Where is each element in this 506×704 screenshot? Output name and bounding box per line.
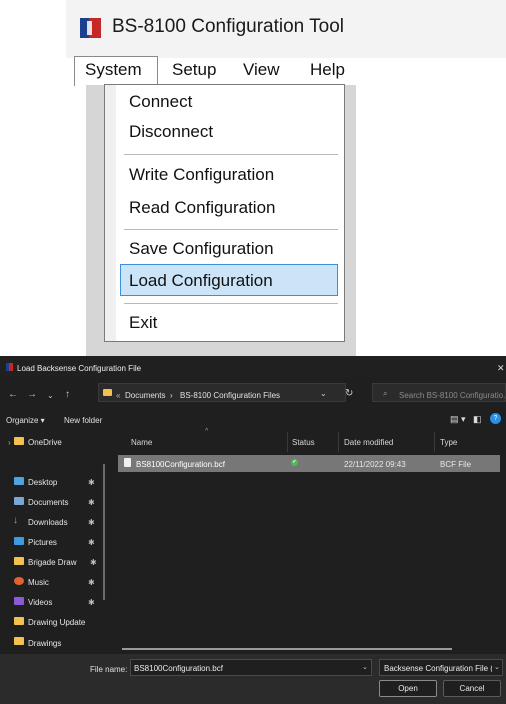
- file-name-label: File name:: [90, 665, 128, 674]
- column-divider[interactable]: [338, 432, 339, 452]
- menu-icon-gutter: [105, 85, 116, 341]
- nav-desktop[interactable]: Desktop: [28, 478, 57, 487]
- horizontal-scrollbar[interactable]: [122, 648, 452, 650]
- column-divider[interactable]: [434, 432, 435, 452]
- preview-pane-icon[interactable]: ◧: [473, 414, 482, 425]
- dialog-app-icon: [6, 363, 13, 371]
- menu-setup[interactable]: Setup: [172, 60, 216, 80]
- folder-icon: [14, 617, 24, 625]
- file-name[interactable]: BS8100Configuration.bcf: [136, 460, 225, 469]
- music-icon: [14, 577, 24, 585]
- recent-locations-chevron-icon[interactable]: ⌄: [47, 391, 54, 400]
- menu-separator: [124, 303, 338, 304]
- app-logo-icon: [80, 18, 101, 38]
- menu-item-read-configuration[interactable]: Read Configuration: [129, 198, 275, 218]
- back-arrow-icon[interactable]: ←: [8, 389, 18, 400]
- menu-item-write-configuration[interactable]: Write Configuration: [129, 165, 274, 185]
- documents-icon: [14, 497, 24, 505]
- file-date-modified: 22/11/2022 09:43: [344, 460, 406, 469]
- menu-view[interactable]: View: [243, 60, 280, 80]
- breadcrumb-separator: ›: [170, 391, 173, 400]
- nav-videos[interactable]: Videos: [28, 598, 52, 607]
- nav-downloads[interactable]: Downloads: [28, 518, 68, 527]
- new-folder-button[interactable]: New folder: [64, 416, 102, 425]
- pin-icon: ✱: [88, 518, 95, 527]
- column-date-modified[interactable]: Date modified: [344, 438, 393, 447]
- dialog-title: Load Backsense Configuration File: [17, 364, 142, 373]
- menu-help[interactable]: Help: [310, 60, 345, 80]
- menu-item-disconnect[interactable]: Disconnect: [129, 122, 213, 142]
- folder-icon: [14, 637, 24, 645]
- menu-separator: [124, 229, 338, 230]
- pin-icon: ✱: [88, 538, 95, 547]
- up-arrow-icon[interactable]: ↑: [65, 389, 70, 400]
- nav-drawing-update[interactable]: Drawing Update: [28, 618, 85, 627]
- nav-documents[interactable]: Documents: [28, 498, 68, 507]
- pin-icon: ✱: [88, 498, 95, 507]
- column-name[interactable]: Name: [131, 438, 152, 447]
- nav-onedrive[interactable]: OneDrive: [28, 438, 62, 447]
- breadcrumb-current-folder[interactable]: BS-8100 Configuration Files: [180, 391, 280, 400]
- help-icon[interactable]: ?: [490, 413, 501, 424]
- file-icon: [124, 458, 131, 467]
- menu-item-save-configuration[interactable]: Save Configuration: [129, 239, 274, 259]
- menu-item-load-configuration[interactable]: Load Configuration: [129, 271, 273, 291]
- nav-scrollbar[interactable]: [103, 464, 105, 600]
- view-options-icon[interactable]: ▤ ▾: [450, 414, 466, 425]
- desktop-icon: [14, 477, 24, 485]
- menu-item-exit[interactable]: Exit: [129, 313, 157, 333]
- file-name-dropdown-icon[interactable]: ⌄: [362, 663, 368, 671]
- file-type-filter-value[interactable]: Backsense Configuration File (*: [384, 664, 492, 673]
- search-placeholder: Search BS-8100 Configuratio...: [399, 391, 506, 400]
- refresh-icon[interactable]: ↻: [345, 388, 353, 399]
- menu-system[interactable]: System: [85, 60, 142, 80]
- file-name-value[interactable]: BS8100Configuration.bcf: [134, 664, 223, 673]
- search-icon: ⌕: [383, 389, 388, 398]
- app-title: BS-8100 Configuration Tool: [112, 16, 345, 37]
- nav-music[interactable]: Music: [28, 578, 49, 587]
- expand-chevron-icon[interactable]: ›: [8, 438, 11, 447]
- organize-button[interactable]: Organize ▾: [6, 416, 45, 425]
- downloads-icon: ↓: [13, 515, 18, 526]
- column-status[interactable]: Status: [292, 438, 315, 447]
- pin-icon: ✱: [88, 578, 95, 587]
- menu-item-connect[interactable]: Connect: [129, 92, 192, 112]
- address-dropdown-icon[interactable]: ⌄: [320, 389, 327, 398]
- breadcrumb-overflow[interactable]: «: [116, 391, 120, 400]
- filter-dropdown-icon[interactable]: ⌄: [494, 663, 500, 671]
- sort-ascending-icon: ^: [205, 428, 209, 435]
- column-divider[interactable]: [287, 432, 288, 452]
- nav-pictures[interactable]: Pictures: [28, 538, 57, 547]
- onedrive-folder-icon: [14, 437, 24, 445]
- pin-icon: ✱: [88, 598, 95, 607]
- cancel-button[interactable]: Cancel: [443, 680, 501, 697]
- menu-separator: [124, 154, 338, 155]
- column-type[interactable]: Type: [440, 438, 457, 447]
- file-type: BCF File: [440, 460, 472, 469]
- pin-icon: ✱: [88, 478, 95, 487]
- close-icon[interactable]: ✕: [497, 363, 505, 374]
- videos-icon: [14, 597, 24, 605]
- nav-brigade-draw[interactable]: Brigade Draw: [28, 558, 92, 567]
- open-button[interactable]: Open: [379, 680, 437, 697]
- sync-status-check-icon: ✔: [291, 459, 298, 466]
- folder-icon: [103, 389, 112, 396]
- forward-arrow-icon[interactable]: →: [27, 389, 37, 400]
- pictures-icon: [14, 537, 24, 545]
- load-file-dialog: Load Backsense Configuration File ✕ ← → …: [0, 356, 506, 704]
- pin-icon: ✱: [90, 558, 97, 567]
- folder-icon: [14, 557, 24, 565]
- nav-drawings[interactable]: Drawings: [28, 639, 61, 648]
- breadcrumb-documents[interactable]: Documents: [125, 391, 165, 400]
